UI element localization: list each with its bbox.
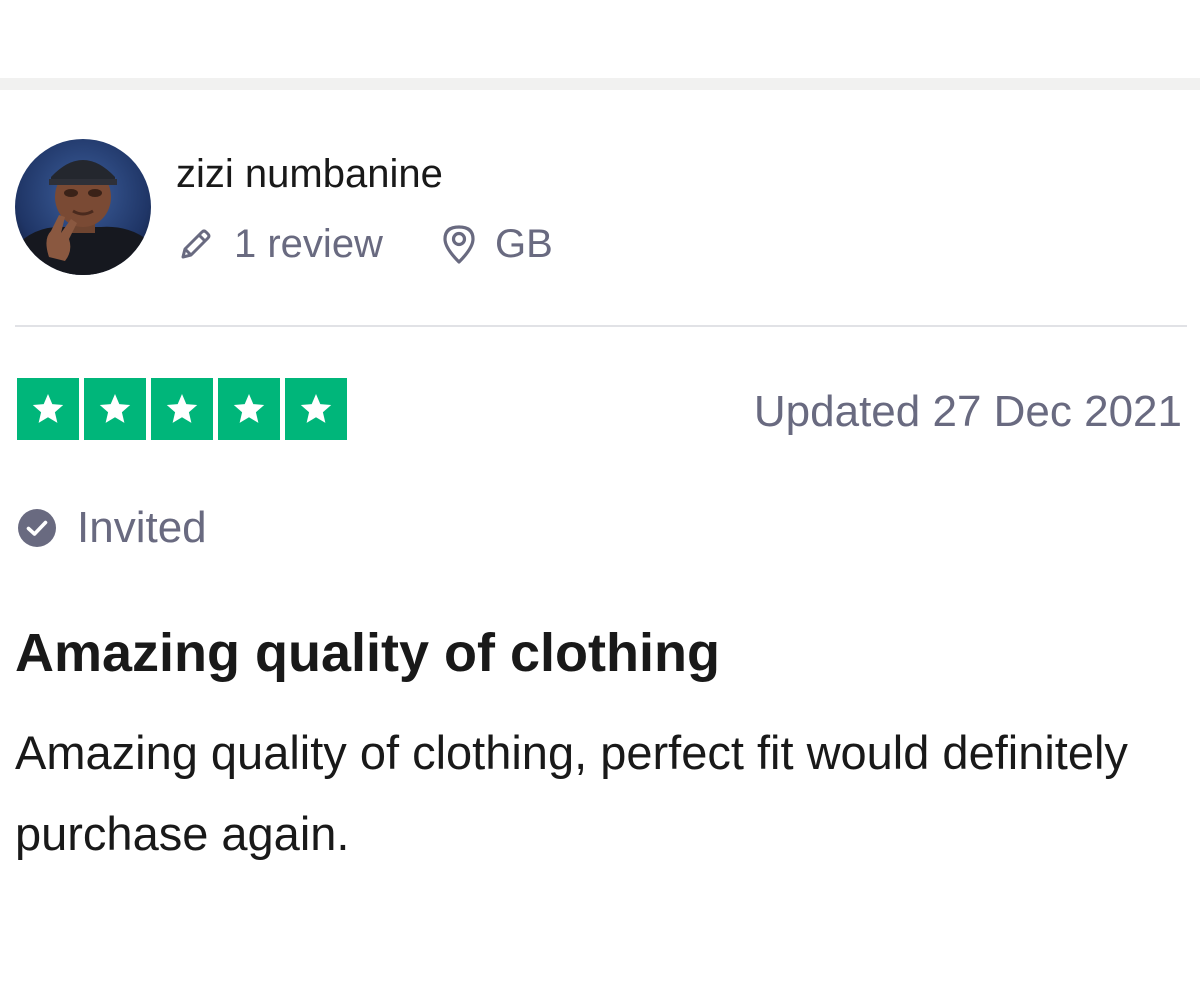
review-title[interactable]: Amazing quality of clothing bbox=[15, 620, 720, 686]
star-icon bbox=[151, 378, 213, 440]
star-icon bbox=[84, 378, 146, 440]
star-rating bbox=[17, 378, 347, 440]
star-icon bbox=[285, 378, 347, 440]
star-icon bbox=[17, 378, 79, 440]
review-count-item: 1 review bbox=[176, 222, 383, 267]
location-pin-icon bbox=[439, 222, 479, 266]
location-text: GB bbox=[494, 221, 553, 266]
review-card: zizi numbanine 1 review GB Updated 27 De… bbox=[0, 0, 1200, 1000]
invited-label: Invited bbox=[77, 503, 207, 552]
check-circle-icon bbox=[15, 506, 59, 550]
reviewer-name[interactable]: zizi numbanine bbox=[176, 148, 443, 200]
review-count-text: 1 review bbox=[234, 221, 383, 266]
top-divider bbox=[0, 78, 1200, 90]
star-icon bbox=[218, 378, 280, 440]
pencil-icon bbox=[176, 224, 216, 264]
location-item: GB bbox=[439, 222, 553, 267]
review-date: Updated 27 Dec 2021 bbox=[753, 387, 1182, 436]
profile-divider bbox=[15, 325, 1187, 327]
invited-badge[interactable]: Invited bbox=[15, 500, 207, 556]
reviewer-meta: 1 review GB bbox=[176, 214, 553, 274]
avatar[interactable] bbox=[15, 139, 151, 275]
review-body: Amazing quality of clothing, perfect fit… bbox=[15, 726, 1128, 860]
